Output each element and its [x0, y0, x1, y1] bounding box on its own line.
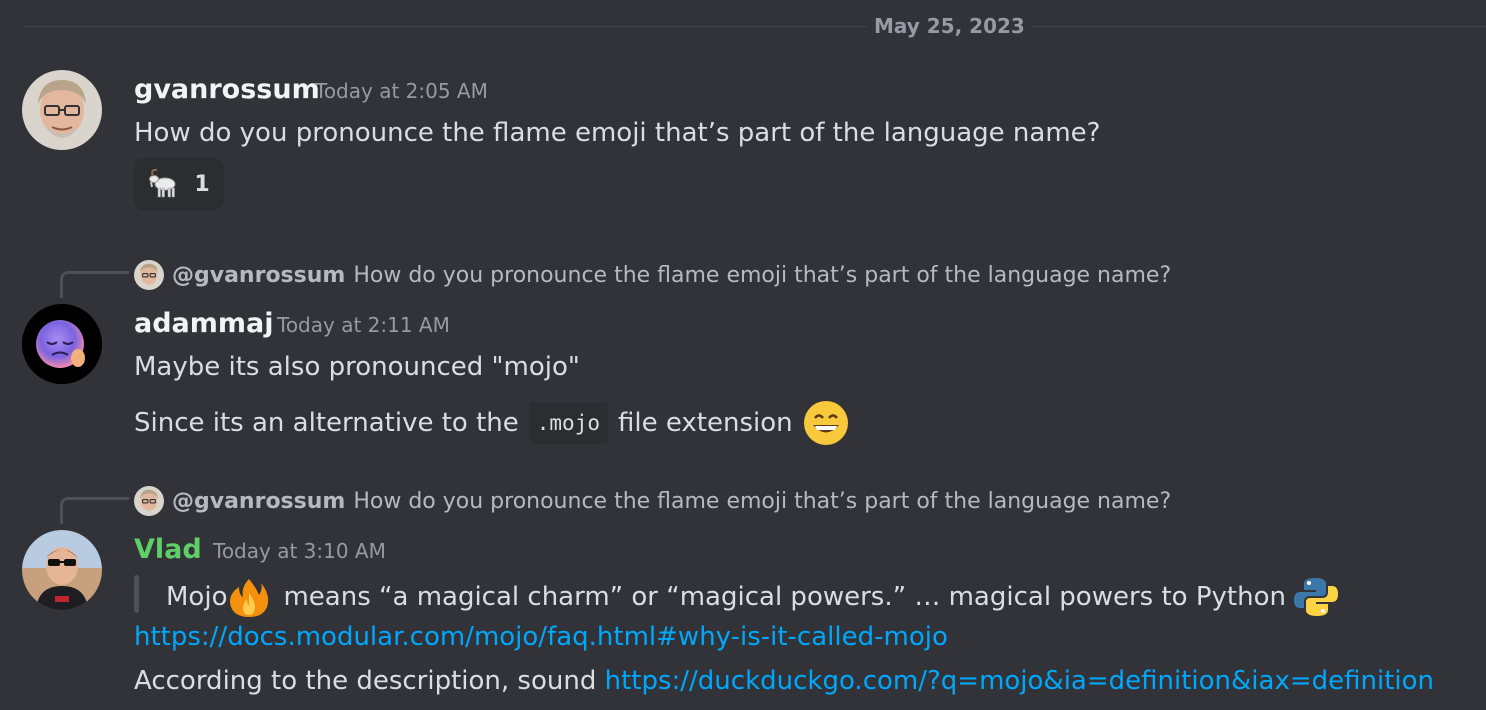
message-timestamp[interactable]: Today at 2:05 AM	[315, 78, 488, 104]
reply-mention: @gvanrossum	[172, 488, 346, 514]
message-text: According to the description, sound	[134, 666, 597, 696]
python-icon	[1293, 578, 1338, 616]
reply-spine	[60, 497, 129, 524]
date-divider-line	[22, 26, 1486, 27]
message-line: https://docs.modular.com/mojo/faq.html#w…	[134, 620, 948, 654]
message-line: According to the description, sound http…	[134, 664, 1434, 698]
reply-preview[interactable]: @gvanrossum How do you pronounce the fla…	[134, 486, 1171, 516]
docs-link[interactable]: https://docs.modular.com/mojo/faq.html#w…	[134, 622, 948, 652]
quote-text: Mojo	[166, 582, 228, 612]
reply-text: How do you pronounce the flame emoji tha…	[353, 262, 1172, 288]
blockquote-bar	[134, 575, 139, 613]
message-timestamp[interactable]: Today at 3:10 AM	[213, 538, 386, 564]
message-text: Since its an alternative to the	[134, 408, 519, 438]
reaction-button[interactable]: 1	[134, 158, 224, 210]
fire-icon	[230, 579, 269, 617]
username-adammaj[interactable]: adammaj	[134, 307, 274, 341]
avatar-adammaj[interactable]	[22, 304, 102, 384]
duckduckgo-link[interactable]: https://duckduckgo.com/?q=mojo&ia=defini…	[605, 666, 1434, 696]
grinning-emoji-icon	[803, 401, 848, 445]
message-timestamp[interactable]: Today at 2:11 AM	[277, 312, 450, 338]
message-text: Maybe its also pronounced "mojo"	[134, 352, 580, 382]
inline-code: .mojo	[528, 402, 608, 444]
message-text: How do you pronounce the flame emoji tha…	[134, 118, 1101, 148]
reply-preview[interactable]: @gvanrossum How do you pronounce the fla…	[134, 260, 1171, 290]
reply-avatar	[134, 260, 164, 290]
quote-text: means “a magical charm” or “magical powe…	[283, 582, 1286, 612]
message-line: Since its an alternative to the .mojo fi…	[134, 400, 849, 446]
avatar-gvanrossum[interactable]	[22, 70, 102, 150]
username-gvanrossum[interactable]: gvanrossum	[134, 73, 320, 107]
date-divider-label: May 25, 2023	[868, 13, 1031, 39]
blockquote: Mojo means “a magical charm” or “magical…	[166, 576, 1338, 618]
username-vlad[interactable]: Vlad	[134, 533, 202, 567]
reaction-count: 1	[194, 171, 210, 197]
reply-avatar	[134, 486, 164, 516]
message-text: file extension	[617, 408, 793, 438]
avatar-vlad[interactable]	[22, 530, 102, 610]
reply-mention: @gvanrossum	[172, 262, 346, 288]
reply-text: How do you pronounce the flame emoji tha…	[353, 488, 1172, 514]
goat-icon	[149, 169, 176, 198]
reply-spine	[60, 271, 129, 298]
